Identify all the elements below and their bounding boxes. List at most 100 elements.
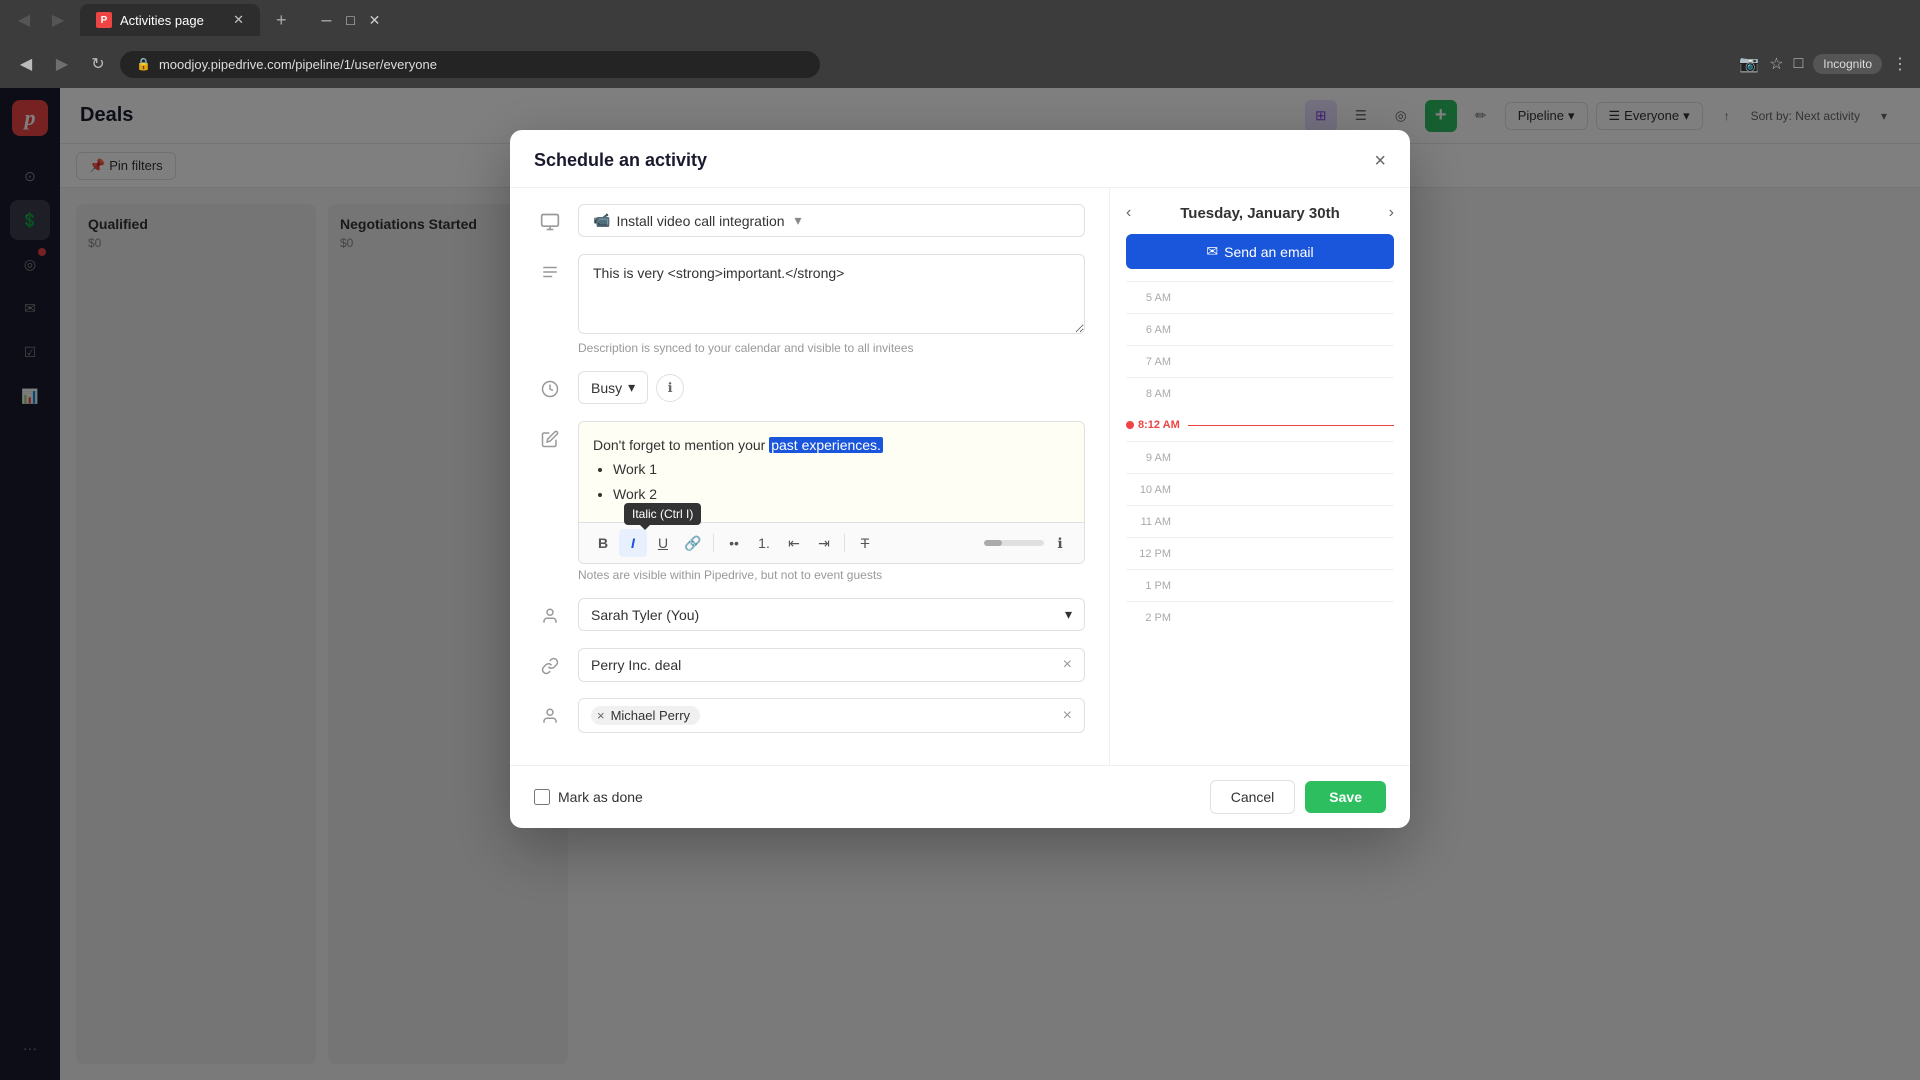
timeslot-12pm: 12 PM (1126, 537, 1394, 569)
current-time-text: 8:12 AM (1138, 419, 1180, 431)
address-bar[interactable]: 🔒 moodjoy.pipedrive.com/pipeline/1/user/… (120, 51, 820, 78)
activity-type-video-icon: 📹 (593, 212, 610, 229)
current-time-line (1188, 425, 1394, 426)
maximize-btn[interactable]: □ (343, 12, 359, 28)
italic-tooltip: Italic (Ctrl I) (624, 503, 701, 525)
timeslot-6am: 6 AM (1126, 313, 1394, 345)
underline-icon: U (658, 535, 668, 551)
linked-deal-label: Perry Inc. deal (591, 657, 681, 673)
camera-icon: 📷 (1739, 54, 1759, 74)
time-5am: 5 AM (1126, 292, 1171, 304)
toolbar-link-btn[interactable]: 🔗 (679, 529, 707, 557)
toolbar-info-icon: ℹ (1057, 535, 1062, 552)
current-time-dot (1126, 421, 1134, 429)
assignee-icon (534, 600, 566, 632)
browser-frame: ◀ ▶ P Activities page ✕ + ─ □ ✕ ◀ ▶ ↻ 🔒 … (0, 0, 1920, 1080)
assignee-selector[interactable]: Sarah Tyler (You) ▾ (578, 598, 1085, 631)
back-icon[interactable]: ◀ (12, 50, 40, 78)
activity-type-chevron: ▾ (795, 212, 802, 229)
clear-person-btn[interactable]: × (1063, 707, 1072, 725)
notes-list-item-1: Work 1 (613, 458, 1070, 480)
assignee-field: Sarah Tyler (You) ▾ (578, 598, 1085, 631)
status-label: Busy (591, 380, 622, 396)
description-note: Description is synced to your calendar a… (578, 341, 1085, 355)
outdent-icon: ⇤ (788, 535, 800, 552)
new-tab-btn[interactable]: + (268, 6, 295, 35)
toolbar-strikethrough-btn[interactable]: T (851, 529, 879, 557)
activity-type-row: 📹 Install video call integration ▾ (534, 204, 1085, 238)
notes-line1: Don't forget to mention your past experi… (593, 434, 1070, 456)
modal-title: Schedule an activity (534, 150, 707, 171)
modal-right-panel: ‹ Tuesday, January 30th › ✉ Send an emai… (1110, 188, 1410, 765)
person-icon (534, 700, 566, 732)
cancel-btn[interactable]: Cancel (1210, 780, 1296, 814)
modal-close-btn[interactable]: × (1374, 151, 1386, 171)
incognito-badge: Incognito (1813, 54, 1882, 74)
description-field: This is very <strong>important.</strong>… (578, 254, 1085, 355)
linked-person-selector[interactable]: × Michael Perry × (578, 698, 1085, 733)
status-selector[interactable]: Busy ▾ (578, 371, 648, 404)
indent-icon: ⇥ (818, 535, 830, 552)
send-email-btn[interactable]: ✉ Send an email (1126, 234, 1394, 269)
calendar-prev-btn[interactable]: ‹ (1126, 204, 1131, 222)
person-name: Michael Perry (611, 708, 690, 723)
status-info-btn[interactable]: ℹ (656, 374, 684, 402)
browser-controls: ◀ ▶ ↻ 🔒 moodjoy.pipedrive.com/pipeline/1… (0, 40, 1920, 88)
toolbar-numbered-btn[interactable]: 1. (750, 529, 778, 557)
toolbar-info-btn[interactable]: ℹ (1046, 529, 1074, 557)
mark-done-checkbox[interactable] (534, 789, 550, 805)
time-slots: 5 AM 6 AM 7 AM 8 AM (1126, 281, 1394, 633)
forward-btn: ▶ (44, 6, 72, 34)
save-btn[interactable]: Save (1305, 781, 1386, 813)
url-text: moodjoy.pipedrive.com/pipeline/1/user/ev… (159, 57, 437, 72)
clear-deal-btn[interactable]: × (1063, 656, 1072, 674)
description-textarea[interactable]: This is very <strong>important.</strong> (578, 254, 1085, 334)
minimize-btn[interactable]: ─ (319, 12, 335, 28)
toolbar-bold-btn[interactable]: B (589, 529, 617, 557)
menu-icon[interactable]: ⋮ (1892, 54, 1908, 74)
link-icon-deal (534, 650, 566, 682)
linked-person-field: × Michael Perry × (578, 698, 1085, 733)
current-time-label: 8:12 AM (1126, 419, 1180, 431)
notes-editor: Don't forget to mention your past experi… (578, 421, 1085, 564)
tab-close-btn[interactable]: ✕ (233, 12, 244, 28)
status-row: Busy ▾ ℹ (534, 371, 1085, 405)
reload-btn[interactable]: ↻ (84, 50, 112, 78)
linked-deal-row: Perry Inc. deal × (534, 648, 1085, 682)
link-icon: 🔗 (684, 535, 701, 552)
time-6am: 6 AM (1126, 324, 1171, 336)
timeslot-2pm: 2 PM (1126, 601, 1394, 633)
status-icon (534, 373, 566, 405)
toolbar-separator-2 (844, 534, 845, 552)
back-btn: ◀ (10, 6, 38, 34)
time-8am: 8 AM (1126, 388, 1171, 400)
send-email-label: Send an email (1224, 244, 1314, 260)
toolbar-underline-btn[interactable]: U (649, 529, 677, 557)
modal-body: 📹 Install video call integration ▾ (510, 188, 1410, 765)
schedule-activity-modal: Schedule an activity × 📹 Ins (510, 130, 1410, 828)
notes-list-item-2: Work 2 (613, 483, 1070, 505)
person-remove-icon[interactable]: × (597, 708, 605, 723)
close-btn[interactable]: ✕ (367, 12, 383, 28)
timeslot-5am: 5 AM (1126, 281, 1394, 313)
notes-toolbar: Italic (Ctrl I) B I U (579, 522, 1084, 563)
timeslot-11am: 11 AM (1126, 505, 1394, 537)
bullet-icon: •• (729, 535, 739, 551)
toolbar-outdent-btn[interactable]: ⇤ (780, 529, 808, 557)
mark-as-done-label[interactable]: Mark as done (534, 789, 643, 805)
browser-tab[interactable]: P Activities page ✕ (80, 4, 260, 36)
linked-deal-selector[interactable]: Perry Inc. deal × (578, 648, 1085, 682)
time-1pm: 1 PM (1126, 580, 1171, 592)
calendar-next-btn[interactable]: › (1389, 204, 1394, 222)
toolbar-bullet-btn[interactable]: •• (720, 529, 748, 557)
star-icon[interactable]: ☆ (1769, 54, 1783, 74)
modal-footer: Mark as done Cancel Save (510, 765, 1410, 828)
linked-deal-field: Perry Inc. deal × (578, 648, 1085, 682)
linked-person-row: × Michael Perry × (534, 698, 1085, 733)
mark-done-text: Mark as done (558, 789, 643, 805)
activity-type-selector[interactable]: 📹 Install video call integration ▾ (578, 204, 1085, 237)
assignee-chevron-icon: ▾ (1065, 606, 1072, 623)
toolbar-indent-btn[interactable]: ⇥ (810, 529, 838, 557)
timeslot-10am: 10 AM (1126, 473, 1394, 505)
modal-header: Schedule an activity × (510, 130, 1410, 188)
